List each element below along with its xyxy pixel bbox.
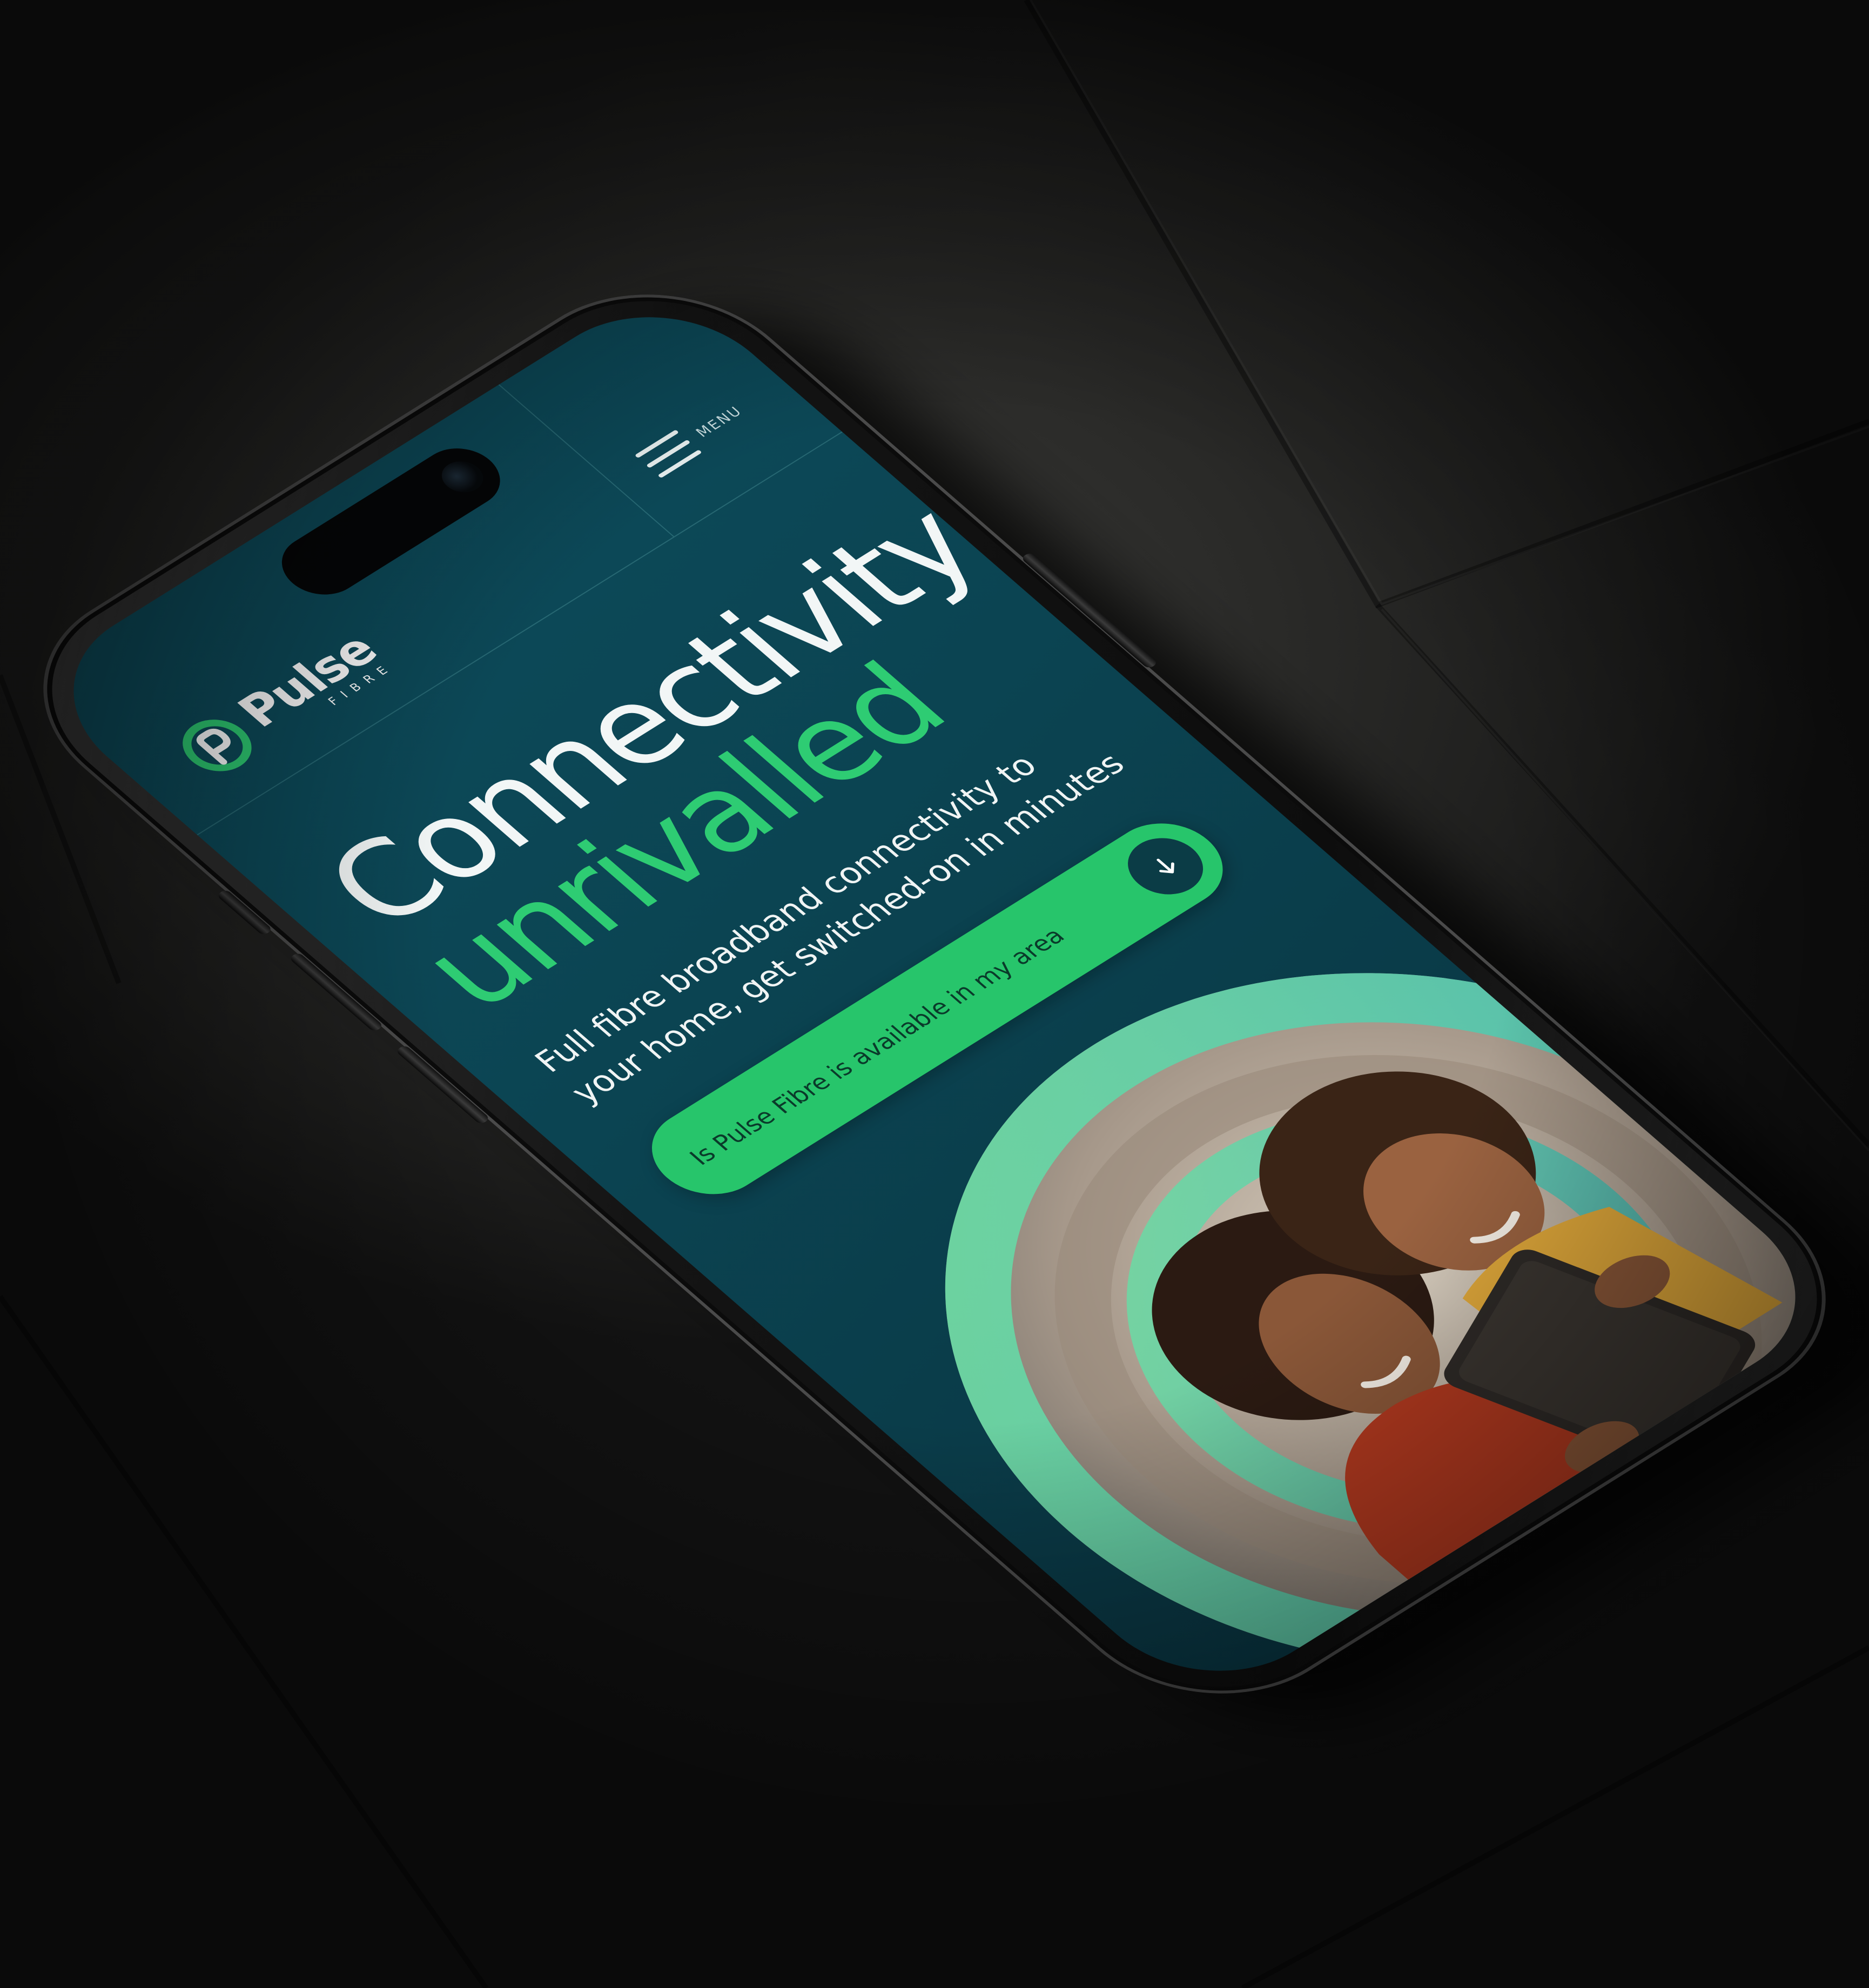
hamburger-icon <box>635 430 701 478</box>
menu-button[interactable]: MENU <box>633 396 755 480</box>
menu-label: MENU <box>693 404 747 440</box>
brand-logo[interactable]: Pulse FIBRE <box>164 624 398 785</box>
mockup-scene: Pulse FIBRE MENU Connectivity unrivalled… <box>0 0 1869 1988</box>
front-camera <box>433 455 492 499</box>
logo-wordmark: Pulse FIBRE <box>226 624 397 744</box>
